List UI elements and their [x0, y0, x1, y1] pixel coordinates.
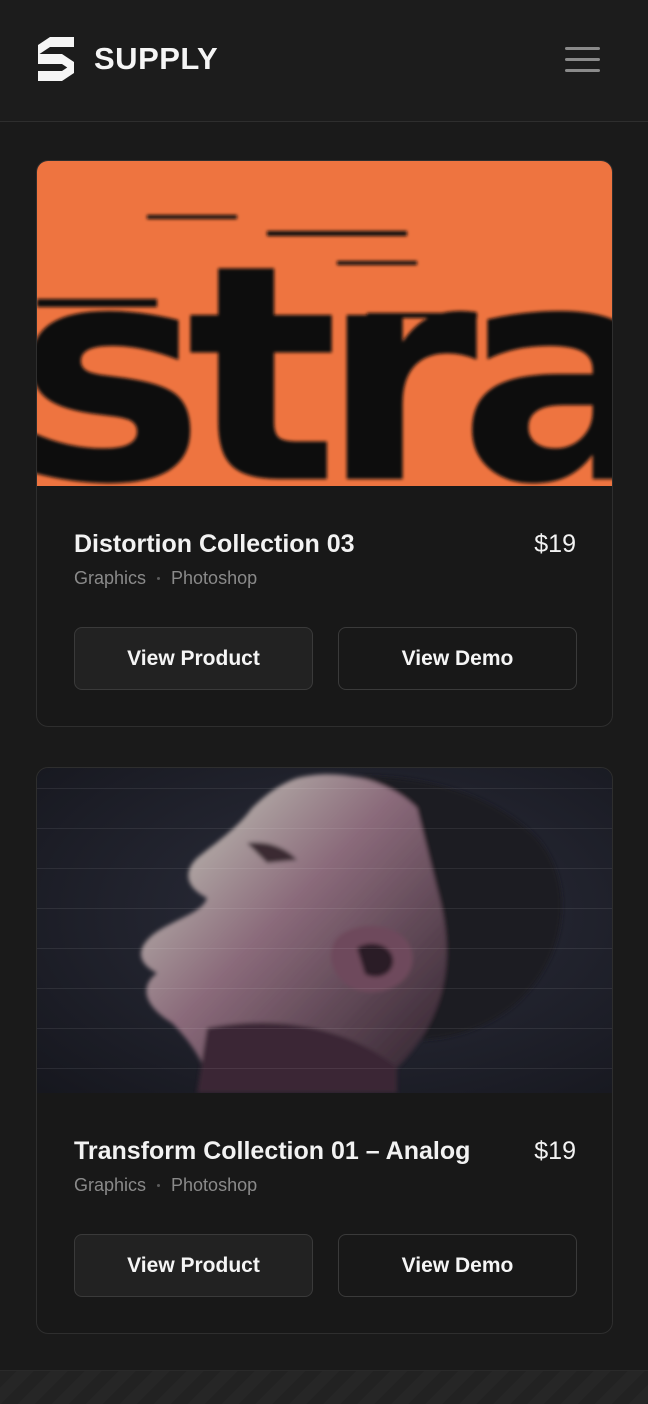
product-meta: Graphics Photoshop: [74, 1173, 257, 1197]
view-demo-button[interactable]: View Demo: [338, 1234, 577, 1297]
hamburger-menu-icon[interactable]: [558, 40, 606, 78]
product-card: stra Distortion Collection 03 $19 Graphi…: [36, 160, 613, 727]
product-meta: Graphics Photoshop: [74, 566, 257, 590]
product-title[interactable]: Transform Collection 01 – Analog: [74, 1135, 470, 1167]
footer-strip: [0, 1370, 648, 1404]
product-image-distortion[interactable]: stra: [37, 161, 613, 486]
separator-dot: [157, 576, 161, 580]
top-header: SUPPLY: [0, 0, 648, 122]
view-product-button[interactable]: View Product: [74, 627, 313, 690]
product-price: $19: [534, 530, 576, 558]
brand-name[interactable]: SUPPLY: [94, 40, 218, 78]
product-price: $19: [534, 1137, 576, 1165]
supply-logo-icon[interactable]: [36, 37, 76, 81]
view-product-button[interactable]: View Product: [74, 1234, 313, 1297]
product-category[interactable]: Graphics: [74, 1173, 146, 1197]
separator-dot: [157, 1183, 161, 1187]
product-card: Transform Collection 01 – Analog $19 Gra…: [36, 767, 613, 1334]
product-image-transform[interactable]: [37, 768, 612, 1093]
view-demo-button[interactable]: View Demo: [338, 627, 577, 690]
svg-text:stra: stra: [37, 201, 613, 486]
product-software[interactable]: Photoshop: [171, 566, 257, 590]
product-category[interactable]: Graphics: [74, 566, 146, 590]
product-software[interactable]: Photoshop: [171, 1173, 257, 1197]
product-title[interactable]: Distortion Collection 03: [74, 528, 355, 560]
